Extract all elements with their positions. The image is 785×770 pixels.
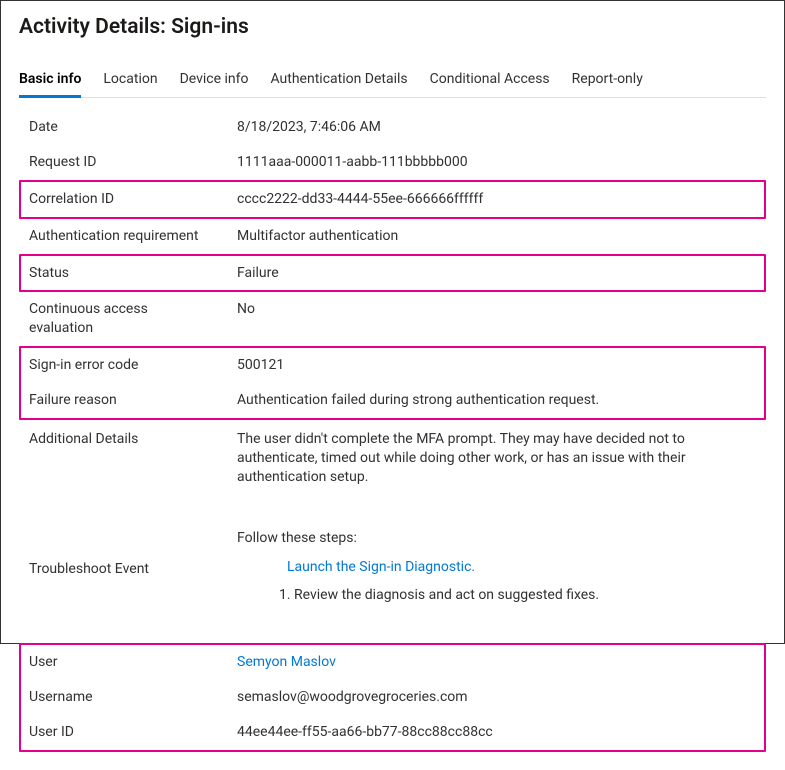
activity-details-panel: Activity Details: Sign-ins Basic info Lo… [1, 1, 784, 770]
launch-signin-diagnostic-link[interactable]: Launch the Sign-in Diagnostic. [287, 558, 762, 577]
callout-error-and-reason: Sign-in error code 500121 Failure reason… [19, 346, 766, 420]
tab-authentication-details[interactable]: Authentication Details [270, 65, 407, 98]
value-date: 8/18/2023, 7:46:06 AM [227, 110, 766, 145]
value-correlation-id: cccc2222-dd33-4444-55ee-666666ffffff [229, 182, 764, 217]
label-error-code: Sign-in error code [21, 348, 219, 383]
troubleshoot-intro: Follow these steps: [237, 529, 762, 548]
value-failure-reason: Authentication failed during strong auth… [229, 383, 764, 418]
value-auth-requirement: Multifactor authentication [227, 219, 766, 254]
callout-user-block: User Semyon Maslov Username semaslov@woo… [19, 643, 766, 752]
value-request-id: 1111aaa-000011-aabb-111bbbbb000 [227, 145, 766, 180]
label-user: User [21, 645, 219, 680]
user-link[interactable]: Semyon Maslov [237, 654, 336, 670]
tab-conditional-access[interactable]: Conditional Access [430, 65, 550, 98]
label-correlation-id: Correlation ID [21, 182, 219, 217]
tabs: Basic info Location Device info Authenti… [19, 65, 766, 98]
label-cae: Continuous access evaluation [19, 292, 217, 346]
value-username: semaslov@woodgrovegroceries.com [229, 680, 764, 715]
value-additional-details: The user didn't complete the MFA prompt.… [227, 422, 766, 495]
details-grid: Date 8/18/2023, 7:46:06 AM Request ID 11… [19, 110, 766, 752]
label-additional-details: Additional Details [19, 422, 217, 495]
tab-device-info[interactable]: Device info [180, 65, 249, 98]
troubleshoot-step-1: 1. Review the diagnosis and act on sugge… [279, 586, 762, 605]
tab-basic-info[interactable]: Basic info [19, 65, 81, 98]
value-status: Failure [229, 256, 764, 291]
label-troubleshoot-event: Troubleshoot Event [19, 552, 217, 587]
value-cae: No [227, 292, 766, 346]
troubleshoot-steps: Launch the Sign-in Diagnostic. 1. Review… [237, 558, 762, 606]
callout-correlation-id: Correlation ID cccc2222-dd33-4444-55ee-6… [19, 180, 766, 219]
label-date: Date [19, 110, 217, 145]
value-user-id: 44ee44ee-ff55-aa66-bb77-88cc88cc88cc [229, 715, 764, 750]
label-request-id: Request ID [19, 145, 217, 180]
label-username: Username [21, 680, 219, 715]
tab-report-only[interactable]: Report-only [572, 65, 643, 98]
value-troubleshoot-event: Follow these steps: Launch the Sign-in D… [227, 525, 766, 614]
tab-location[interactable]: Location [103, 65, 157, 98]
label-user-id: User ID [21, 715, 219, 750]
page-title: Activity Details: Sign-ins [19, 15, 766, 39]
label-auth-requirement: Authentication requirement [19, 219, 217, 254]
label-failure-reason: Failure reason [21, 383, 219, 418]
callout-status: Status Failure [19, 254, 766, 293]
label-status: Status [21, 256, 219, 291]
value-error-code: 500121 [229, 348, 764, 383]
